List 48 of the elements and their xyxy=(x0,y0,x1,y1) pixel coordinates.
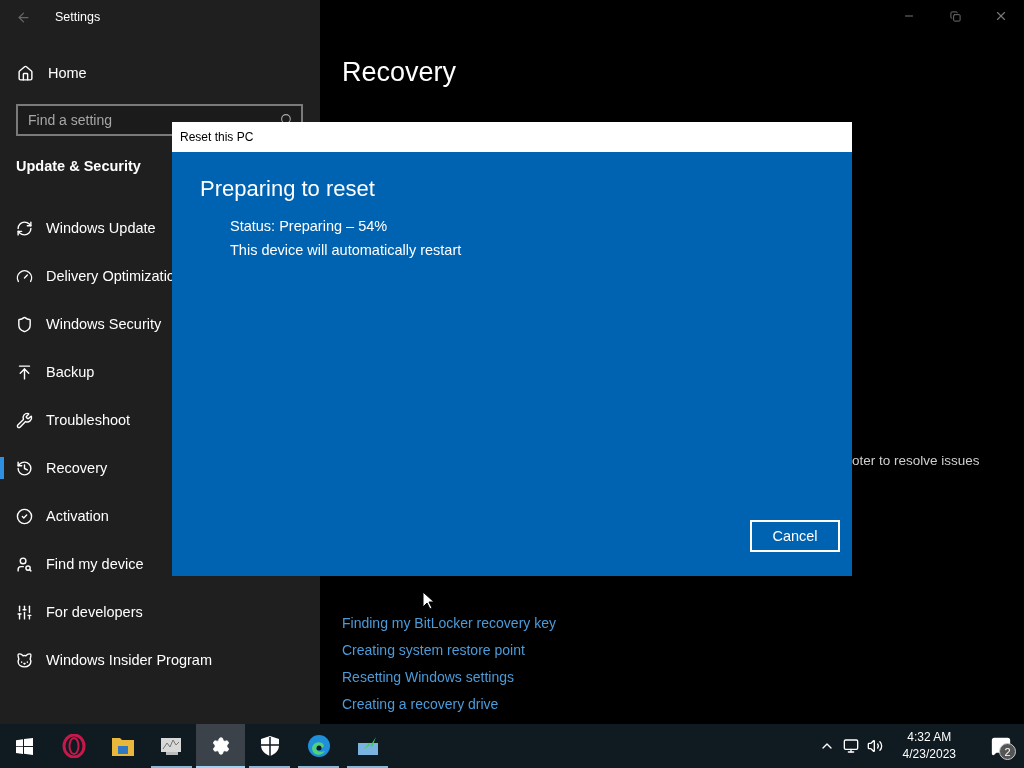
person-search-icon xyxy=(16,555,33,573)
check-circle-icon xyxy=(16,507,33,525)
help-link[interactable]: Creating system restore point xyxy=(342,642,1024,659)
sidebar-item[interactable]: Find my device xyxy=(0,540,320,588)
close-icon[interactable] xyxy=(994,9,1008,23)
window-title: Settings xyxy=(55,10,101,24)
shield-icon[interactable] xyxy=(260,736,279,756)
folder-icon[interactable] xyxy=(111,736,134,756)
sidebar-item[interactable]: Recovery xyxy=(0,444,320,492)
edge-browser-icon[interactable] xyxy=(306,734,331,758)
settings-icon[interactable] xyxy=(210,736,231,756)
help-link[interactable]: Finding my BitLocker recovery key xyxy=(342,615,1024,632)
home-icon xyxy=(17,64,34,82)
help-link[interactable]: Resetting Windows settings xyxy=(342,669,1024,686)
restore-icon[interactable] xyxy=(949,10,961,22)
taskbar-button[interactable] xyxy=(196,724,245,768)
notifications-button[interactable]: 2 xyxy=(986,731,1016,761)
refresh-icon xyxy=(16,219,33,237)
volume-icon[interactable] xyxy=(866,738,883,754)
dialog-heading: Preparing to reset xyxy=(200,176,376,202)
help-link[interactable]: Creating a recovery drive xyxy=(342,696,1024,713)
history-icon xyxy=(16,459,33,477)
back-arrow-icon[interactable] xyxy=(16,9,31,25)
description-text: oter to resolve issues xyxy=(851,453,981,468)
gauge-icon xyxy=(16,267,33,285)
sidebar-item[interactable]: For developers xyxy=(0,588,320,636)
sidebar-item[interactable]: Windows Security xyxy=(0,300,320,348)
clock[interactable]: 4:32 AM 4/23/2023 xyxy=(890,729,968,763)
wrench-icon xyxy=(16,411,33,429)
page-title: Recovery xyxy=(342,57,458,88)
home-nav-item[interactable]: Home xyxy=(0,34,320,92)
status-text: This device will automatically restart xyxy=(229,242,463,258)
ring-app-icon[interactable] xyxy=(61,734,86,758)
sidebar-item[interactable]: Troubleshoot xyxy=(0,396,320,444)
windows-logo-icon[interactable] xyxy=(16,737,33,755)
sidebar-item[interactable]: Activation xyxy=(0,492,320,540)
notification-count: 2 xyxy=(999,743,1016,760)
sliders-icon xyxy=(16,603,33,621)
network-icon[interactable] xyxy=(842,738,859,754)
sidebar-item[interactable]: Windows Insider Program xyxy=(0,636,320,684)
mouse-pointer-icon xyxy=(422,591,434,610)
upload-icon xyxy=(16,363,33,381)
shield-icon xyxy=(16,315,33,333)
section-title: Update & Security xyxy=(16,158,141,174)
sidebar-item[interactable]: Backup xyxy=(0,348,320,396)
cat-icon xyxy=(16,651,33,669)
cancel-button[interactable]: Cancel xyxy=(750,520,840,552)
status-text: Status: Preparing – 54% xyxy=(229,218,389,234)
